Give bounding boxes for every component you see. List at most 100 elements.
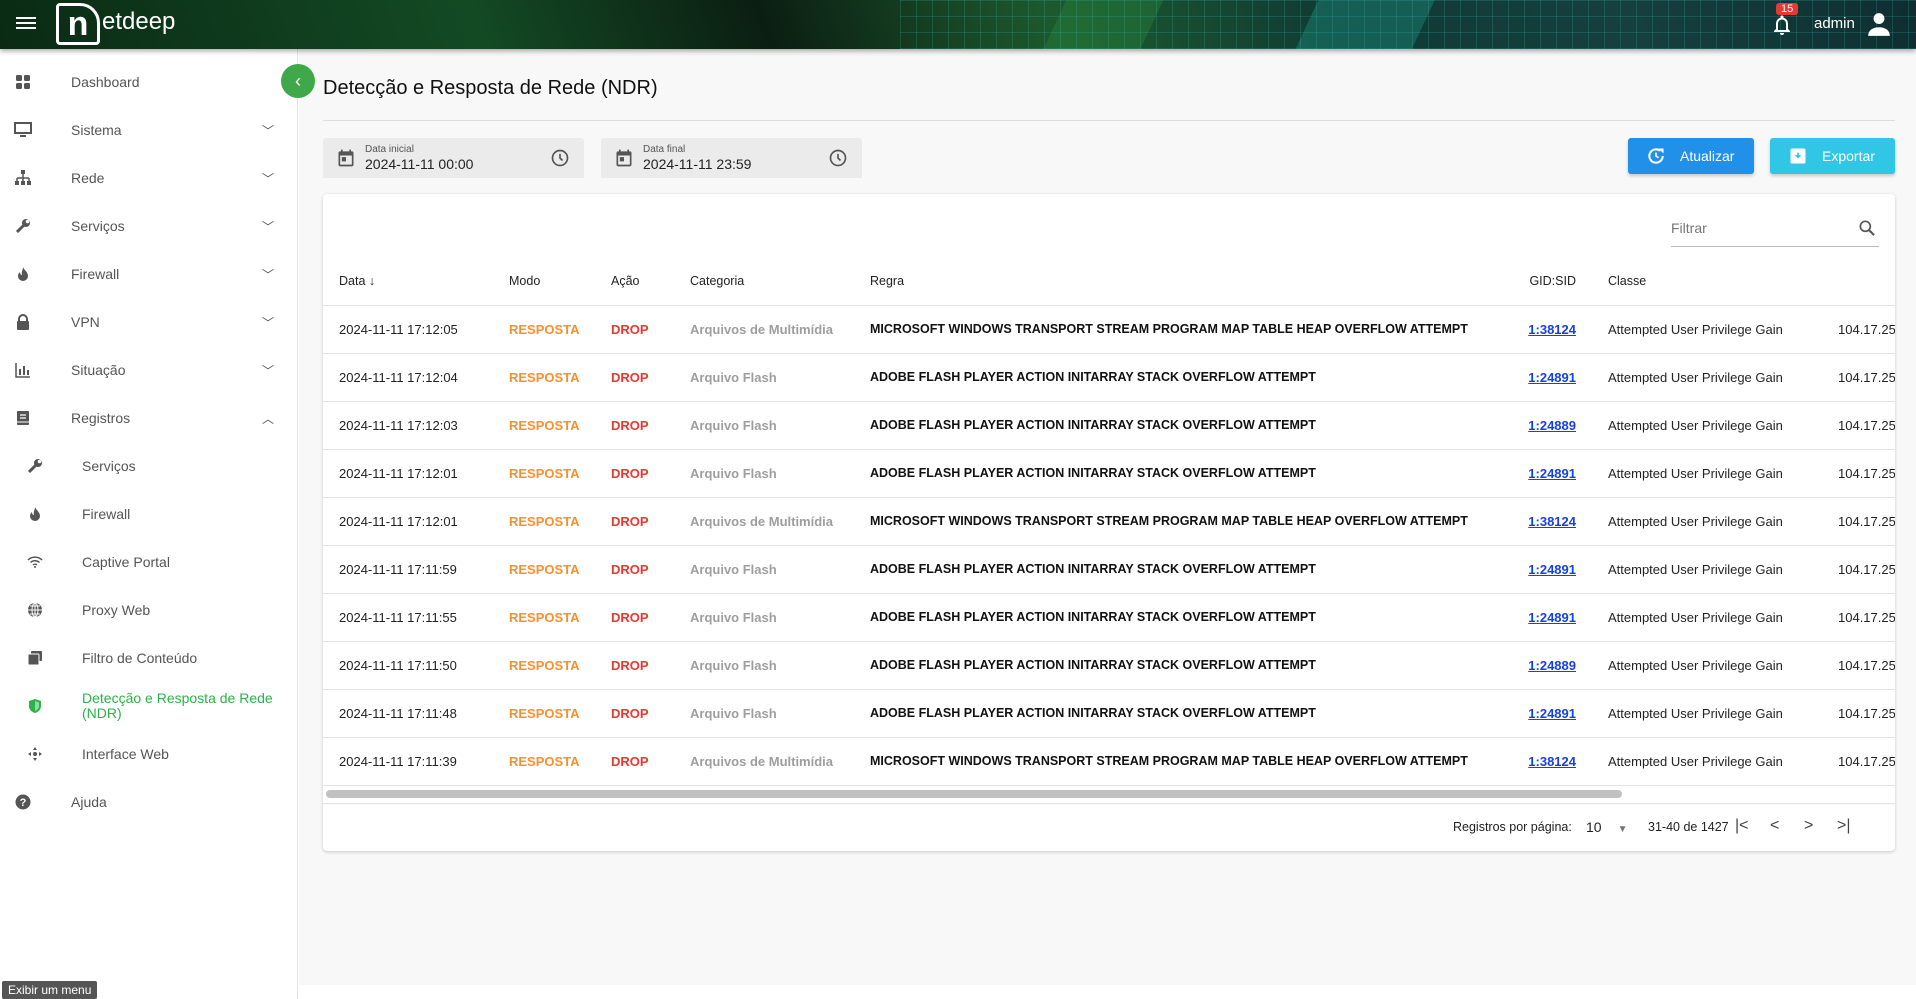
sidebar-item-label: Detecção e Resposta de Rede (NDR) [82,690,273,721]
sidebar-item-label: Registros [71,410,131,426]
gid-sid-link[interactable]: 1:38124 [1528,322,1576,337]
filter-input[interactable] [1671,220,1841,236]
table-row[interactable]: 2024-11-11 17:11:55 RESPOSTA DROP Arquivo F… [323,593,1895,642]
sidebar-item-rede[interactable]: Rede ﹀ [0,156,298,200]
table-row[interactable]: 2024-11-11 17:12:01 RESPOSTA DROP Arquivo F… [323,449,1895,498]
start-date-field[interactable]: Data inicial 2024-11-11 00:00 [323,138,584,178]
category-cell: Arquivos de Multimídia [674,737,854,786]
book-icon [13,408,33,428]
sort-descending-icon[interactable]: ↓ [369,274,375,288]
column-header-gid-sid[interactable]: GID:SID [1499,257,1592,306]
action-cell: DROP [595,737,674,786]
notification-badge: 15 [1776,3,1799,15]
sidebar-item-vpn[interactable]: VPN ﹀ [0,300,298,344]
user-icon[interactable] [1866,11,1892,37]
table-row[interactable]: 2024-11-11 17:12:03 RESPOSTA DROP Arquivo F… [323,401,1895,450]
user-name[interactable]: admin [1814,15,1855,32]
gid-sid-cell: 1:38124 [1499,305,1592,354]
bell-icon[interactable] [1770,12,1794,38]
column-header-a-o[interactable]: Ação [595,257,674,306]
gid-sid-link[interactable]: 1:24891 [1528,610,1576,625]
sidebar-item-label: Firewall [71,266,120,282]
table-row[interactable]: 2024-11-11 17:12:04 RESPOSTA DROP Arquivo F… [323,353,1895,402]
action-cell: DROP [595,449,674,498]
monitor-icon [13,120,33,140]
gid-sid-link[interactable]: 1:24891 [1528,370,1576,385]
sidebar-item-servi-os[interactable]: Serviços [0,444,298,488]
sidebar-item-servi-os[interactable]: Serviços ﹀ [0,204,298,248]
sidebar-item-detec-o-e-resposta-de-rede-ndr[interactable]: Detecção e Resposta de Rede (NDR) [0,684,298,728]
column-header-modo[interactable]: Modo [493,257,595,306]
divider [323,120,1895,121]
table-row[interactable]: 2024-11-11 17:11:59 RESPOSTA DROP Arquivo F… [323,545,1895,594]
sidebar-item-label: VPN [71,314,100,330]
wifi-icon [25,552,45,572]
sidebar-item-filtro-de-conte-do[interactable]: Filtro de Conteúdo [0,636,298,680]
last-page-button[interactable]: >| [1837,817,1851,835]
gid-sid-link[interactable]: 1:24889 [1528,418,1576,433]
column-header-ip[interactable] [1822,257,1895,306]
clock-icon[interactable] [550,148,570,168]
table-row[interactable]: 2024-11-11 17:12:01 RESPOSTA DROP Arquivos … [323,497,1895,546]
gid-sid-link[interactable]: 1:24889 [1528,658,1576,673]
horizontal-scrollbar[interactable] [326,790,1622,798]
events-table-card: Data ↓ModoAçãoCategoriaRegraGID:SIDClass… [323,194,1895,851]
menu-icon[interactable] [16,14,36,34]
table-row[interactable]: 2024-11-11 17:12:05 RESPOSTA DROP Arquivos … [323,305,1895,354]
next-page-button[interactable]: > [1804,817,1813,835]
refresh-button[interactable]: Atualizar [1628,138,1754,174]
sidebar: Dashboard Sistema ﹀ Rede ﹀ Serviços ﹀ Firewall ﹀… [0,49,298,999]
sidebar-item-firewall[interactable]: Firewall [0,492,298,536]
archive-download-icon [1790,148,1806,164]
mode-cell: RESPOSTA [493,737,595,786]
rule-cell: ADOBE FLASH PLAYER ACTION INITARRAY STAC… [854,689,1499,738]
clock-icon[interactable] [828,148,848,168]
fire-icon [25,504,45,524]
gid-sid-cell: 1:24889 [1499,641,1592,690]
previous-page-button[interactable]: < [1770,817,1779,835]
mode-cell: RESPOSTA [493,497,595,546]
mode-cell: RESPOSTA [493,593,595,642]
column-header-data[interactable]: Data ↓ [323,257,493,306]
action-cell: DROP [595,593,674,642]
column-header-categoria[interactable]: Categoria [674,257,854,306]
gid-sid-link[interactable]: 1:38124 [1528,754,1576,769]
sidebar-item-ajuda[interactable]: ? Ajuda [0,780,298,824]
export-button[interactable]: Exportar [1770,138,1895,174]
sidebar-item-registros[interactable]: Registros ︿ [0,396,298,440]
sidebar-item-proxy-web[interactable]: Proxy Web [0,588,298,632]
gid-sid-link[interactable]: 1:24891 [1528,466,1576,481]
first-page-button[interactable]: |< [1735,817,1749,835]
calendar-icon [616,149,632,167]
divider [323,803,1895,804]
date-cell: 2024-11-11 17:11:39 [323,737,493,786]
sidebar-item-situa-o[interactable]: Situação ﹀ [0,348,298,392]
rule-cell: ADOBE FLASH PLAYER ACTION INITARRAY STAC… [854,353,1499,402]
ip-cell: 104.17.253.2 [1822,737,1895,786]
rows-per-page-select[interactable]: 10 ▼ [1586,819,1627,835]
sidebar-item-label: Serviços [71,218,125,234]
page-range: 31-40 de 1427 [1648,820,1729,834]
mode-cell: RESPOSTA [493,641,595,690]
column-header-regra[interactable]: Regra [854,257,1499,306]
column-header-classe[interactable]: Classe [1592,257,1822,306]
gid-sid-link[interactable]: 1:24891 [1528,706,1576,721]
table-row[interactable]: 2024-11-11 17:11:39 RESPOSTA DROP Arquivos … [323,737,1895,786]
gid-sid-link[interactable]: 1:24891 [1528,562,1576,577]
sidebar-item-label: Dashboard [71,74,140,90]
search-icon[interactable] [1857,218,1877,238]
mode-cell: RESPOSTA [493,305,595,354]
table-row[interactable]: 2024-11-11 17:11:48 RESPOSTA DROP Arquivo F… [323,689,1895,738]
gid-sid-link[interactable]: 1:38124 [1528,514,1576,529]
sidebar-item-interface-web[interactable]: Interface Web [0,732,298,776]
class-cell: Attempted User Privilege Gain [1592,497,1822,546]
table-row[interactable]: 2024-11-11 17:11:50 RESPOSTA DROP Arquivo F… [323,641,1895,690]
sidebar-item-firewall[interactable]: Firewall ﹀ [0,252,298,296]
sidebar-item-captive-portal[interactable]: Captive Portal [0,540,298,584]
collapse-sidebar-button[interactable]: ‹ [281,64,315,98]
class-cell: Attempted User Privilege Gain [1592,305,1822,354]
date-cell: 2024-11-11 17:11:59 [323,545,493,594]
end-date-field[interactable]: Data final 2024-11-11 23:59 [601,138,862,178]
sidebar-item-sistema[interactable]: Sistema ﹀ [0,108,298,152]
sidebar-item-dashboard[interactable]: Dashboard [0,60,298,104]
